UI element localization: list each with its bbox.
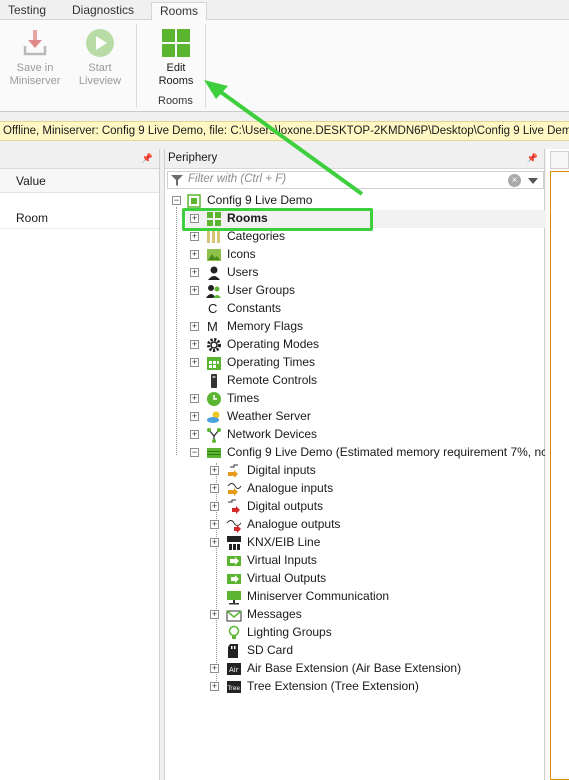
editor-canvas[interactable] <box>550 171 569 780</box>
editor-tab[interactable] <box>550 151 569 169</box>
editor-panel <box>546 149 569 780</box>
annotation-arrow-icon <box>204 80 364 196</box>
